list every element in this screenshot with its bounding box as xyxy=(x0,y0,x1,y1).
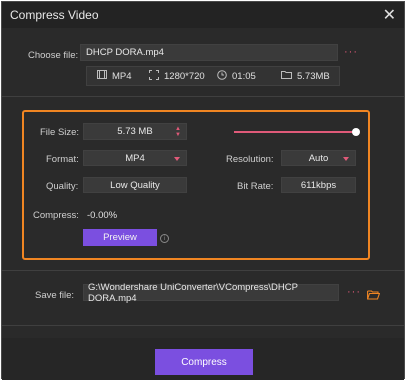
save-file-field[interactable]: G:\Wondershare UniConverter\VCompress\DH… xyxy=(83,281,339,304)
save-file-label: Save file: xyxy=(35,290,75,301)
bottom-divider xyxy=(2,325,404,326)
chevron-down-icon xyxy=(174,157,180,161)
compress-video-dialog: Compress Video ✕ Choose file: DHCP DORA.… xyxy=(1,1,405,380)
resolution-info-value: 1280*720 xyxy=(164,71,205,82)
browse-more-icon[interactable]: ··· xyxy=(344,46,358,58)
file-size-value: 5.73 MB xyxy=(117,126,153,137)
open-folder-icon[interactable] xyxy=(367,287,381,305)
resolution-select[interactable]: Auto xyxy=(281,150,356,166)
film-icon xyxy=(97,70,107,82)
duration-info: 01:05 xyxy=(217,70,256,83)
clock-icon xyxy=(217,70,227,83)
size-info-value: 5.73MB xyxy=(297,70,330,82)
format-info: MP4 xyxy=(97,70,132,82)
choose-file-field[interactable]: DHCP DORA.mp4 xyxy=(80,44,338,61)
top-divider xyxy=(2,96,404,97)
file-size-field[interactable]: 5.73 MB ▲ ▼ xyxy=(83,123,187,140)
quality-label: Quality: xyxy=(46,181,79,192)
bitrate-label: Bit Rate: xyxy=(237,181,274,192)
chevron-down-icon xyxy=(343,157,349,161)
quality-select[interactable]: Low Quality xyxy=(83,177,187,193)
preview-button[interactable]: Preview xyxy=(83,229,157,246)
compress-ratio-value: -0.00% xyxy=(87,210,118,221)
choose-file-label: Choose file: xyxy=(28,50,79,61)
title-bar: Compress Video ✕ xyxy=(2,2,404,28)
file-size-slider-handle[interactable] xyxy=(352,128,360,136)
format-label: Format: xyxy=(46,154,79,165)
middle-divider xyxy=(2,270,404,271)
format-select[interactable]: MP4 xyxy=(83,150,187,166)
resolution-select-value: Auto xyxy=(308,152,329,164)
dialog-title: Compress Video xyxy=(10,8,99,22)
save-file-path: G:\Wondershare UniConverter\VCompress\DH… xyxy=(88,281,298,304)
file-size-slider[interactable] xyxy=(234,131,358,133)
choose-file-value: DHCP DORA.mp4 xyxy=(86,47,164,58)
compress-label: Compress: xyxy=(33,210,79,221)
resolution-info: 1280*720 xyxy=(149,70,205,83)
close-icon[interactable]: ✕ xyxy=(383,5,396,25)
size-info: 5.73MB xyxy=(281,70,330,82)
duration-info-value: 01:05 xyxy=(232,71,256,82)
expand-icon xyxy=(149,70,159,83)
file-info-bar: MP4 1280*720 01:05 5.73MB xyxy=(86,66,340,86)
spinner-icon[interactable]: ▲ ▼ xyxy=(175,126,181,138)
info-icon[interactable]: i xyxy=(160,234,169,243)
save-more-icon[interactable]: ··· xyxy=(347,286,361,298)
quality-select-value: Low Quality xyxy=(110,179,160,191)
compress-button[interactable]: Compress xyxy=(155,349,253,375)
file-size-label: File Size: xyxy=(40,127,80,138)
format-select-value: MP4 xyxy=(125,152,145,164)
bitrate-field[interactable]: 611kbps xyxy=(281,177,356,193)
folder-icon xyxy=(281,70,292,82)
format-info-value: MP4 xyxy=(112,70,132,82)
bitrate-value: 611kbps xyxy=(300,179,337,191)
resolution-label: Resolution: xyxy=(226,154,274,165)
